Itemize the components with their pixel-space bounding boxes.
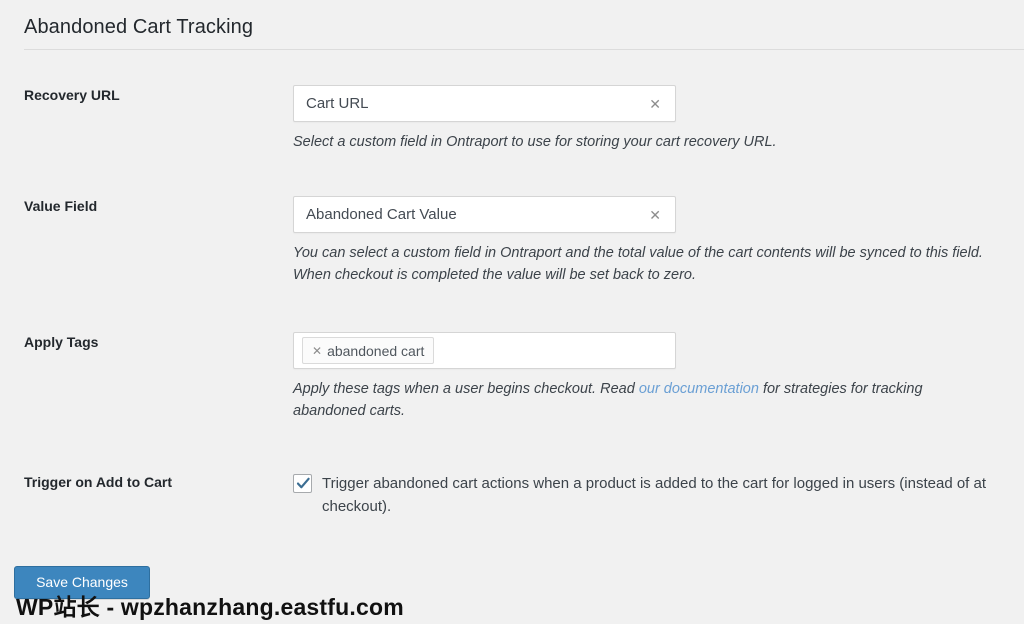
- trigger-add-to-cart-field-wrap: Trigger abandoned cart actions when a pr…: [293, 472, 1013, 518]
- documentation-link[interactable]: our documentation: [639, 381, 759, 397]
- save-changes-button[interactable]: Save Changes: [14, 566, 150, 599]
- trigger-add-to-cart-checkbox[interactable]: [293, 474, 312, 493]
- page-title: Abandoned Cart Tracking: [24, 16, 254, 38]
- apply-tags-input[interactable]: ✕ abandoned cart: [293, 332, 676, 369]
- value-field-select[interactable]: Abandoned Cart Value ✕: [293, 196, 676, 233]
- tag-chip[interactable]: ✕ abandoned cart: [302, 337, 435, 364]
- recovery-url-select[interactable]: Cart URL ✕: [293, 85, 676, 122]
- trigger-checkbox-row: Trigger abandoned cart actions when a pr…: [293, 472, 1013, 518]
- close-x-icon[interactable]: ✕: [645, 95, 665, 113]
- recovery-url-label: Recovery URL: [24, 87, 120, 103]
- tag-label: abandoned cart: [327, 342, 425, 359]
- value-field-value: Abandoned Cart Value: [306, 206, 457, 223]
- close-x-icon[interactable]: ✕: [645, 206, 665, 224]
- apply-tags-help: Apply these tags when a user begins chec…: [293, 378, 993, 422]
- apply-tags-label: Apply Tags: [24, 334, 99, 350]
- value-field-help: You can select a custom field in Ontrapo…: [293, 245, 983, 283]
- close-x-icon[interactable]: ✕: [312, 345, 322, 357]
- recovery-url-value: Cart URL: [306, 95, 369, 112]
- recovery-url-field-wrap: Cart URL ✕ Select a custom field in Ontr…: [293, 85, 1013, 153]
- title-divider: [24, 49, 1024, 50]
- settings-page: Abandoned Cart Tracking Recovery URL Car…: [0, 0, 1024, 624]
- trigger-add-to-cart-label: Trigger on Add to Cart: [24, 474, 173, 490]
- apply-tags-field-wrap: ✕ abandoned cart Apply these tags when a…: [293, 332, 1013, 422]
- apply-tags-help-before: Apply these tags when a user begins chec…: [293, 381, 639, 397]
- recovery-url-help: Select a custom field in Ontraport to us…: [293, 134, 777, 150]
- value-field-label: Value Field: [24, 198, 98, 214]
- value-field-wrap: Abandoned Cart Value ✕ You can select a …: [293, 196, 1013, 286]
- checkmark-icon: [296, 477, 310, 489]
- trigger-add-to-cart-description: Trigger abandoned cart actions when a pr…: [322, 475, 987, 515]
